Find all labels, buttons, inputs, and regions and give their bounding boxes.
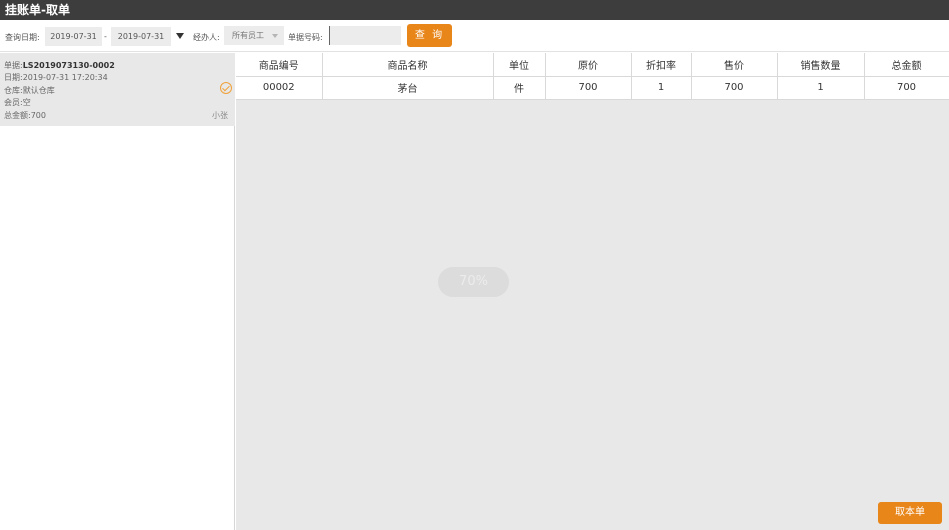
table-cell: 700: [864, 76, 949, 99]
doc-no-input[interactable]: [329, 26, 401, 45]
table-cell: 700: [691, 76, 778, 99]
window-title: 挂账单-取单: [0, 0, 949, 20]
order-item[interactable]: 单据:LS2019073130-0002 日期:2019-07-31 17:20…: [0, 53, 235, 126]
filter-toolbar: 查询日期: 2019-07-31 - 2019-07-31 经办人: 所有员工 …: [0, 20, 949, 52]
col-header: 销售数量: [777, 53, 865, 76]
table-cell: 1: [777, 76, 865, 99]
table-row[interactable]: 00002 茅台 件 700 1 700 1 700: [236, 76, 949, 99]
take-order-button[interactable]: 取本单: [878, 502, 942, 524]
handler-label: 经办人:: [193, 33, 220, 42]
check-circle-icon: [220, 82, 232, 94]
date-label: 查询日期:: [5, 33, 40, 42]
order-no: 单据:LS2019073130-0002: [4, 61, 115, 70]
date-from-field[interactable]: 2019-07-31: [45, 27, 102, 46]
order-list: 单据:LS2019073130-0002 日期:2019-07-31 17:20…: [0, 53, 235, 530]
handler-select-value: 所有员工: [232, 31, 264, 40]
col-header: 折扣率: [631, 53, 692, 76]
table-cell: 件: [493, 76, 546, 99]
loading-toast: 70%: [438, 267, 509, 297]
col-header: 原价: [545, 53, 632, 76]
order-date: 日期:2019-07-31 17:20:34: [4, 73, 108, 82]
table-cell: 1: [631, 76, 692, 99]
table-cell: 茅台: [322, 76, 494, 99]
table-cell: 00002: [236, 76, 323, 99]
col-header: 售价: [691, 53, 778, 76]
query-button[interactable]: 查 询: [407, 24, 452, 47]
date-to-field[interactable]: 2019-07-31: [111, 27, 171, 46]
col-header: 商品名称: [322, 53, 494, 76]
chevron-down-icon: [272, 34, 278, 38]
col-header: 商品编号: [236, 53, 323, 76]
order-warehouse: 仓库:默认仓库: [4, 86, 55, 95]
order-member: 会员:空: [4, 98, 31, 107]
col-header: 单位: [493, 53, 546, 76]
order-operator: 小张: [212, 111, 228, 120]
table-header: 商品编号 商品名称 单位 原价 折扣率 售价 销售数量 总金额: [236, 53, 949, 76]
table-cell: 700: [545, 76, 632, 99]
handler-select[interactable]: 所有员工: [224, 26, 284, 45]
order-total: 总金额:700: [4, 111, 46, 120]
col-header: 总金额: [864, 53, 949, 76]
date-dropdown-icon[interactable]: [176, 33, 184, 39]
date-separator: -: [104, 32, 107, 41]
detail-panel: 商品编号 商品名称 单位 原价 折扣率 售价 销售数量 总金额 00002 茅台…: [236, 53, 949, 530]
doc-no-label: 单据号码:: [288, 33, 323, 42]
items-table: 商品编号 商品名称 单位 原价 折扣率 售价 销售数量 总金额 00002 茅台…: [236, 53, 949, 100]
